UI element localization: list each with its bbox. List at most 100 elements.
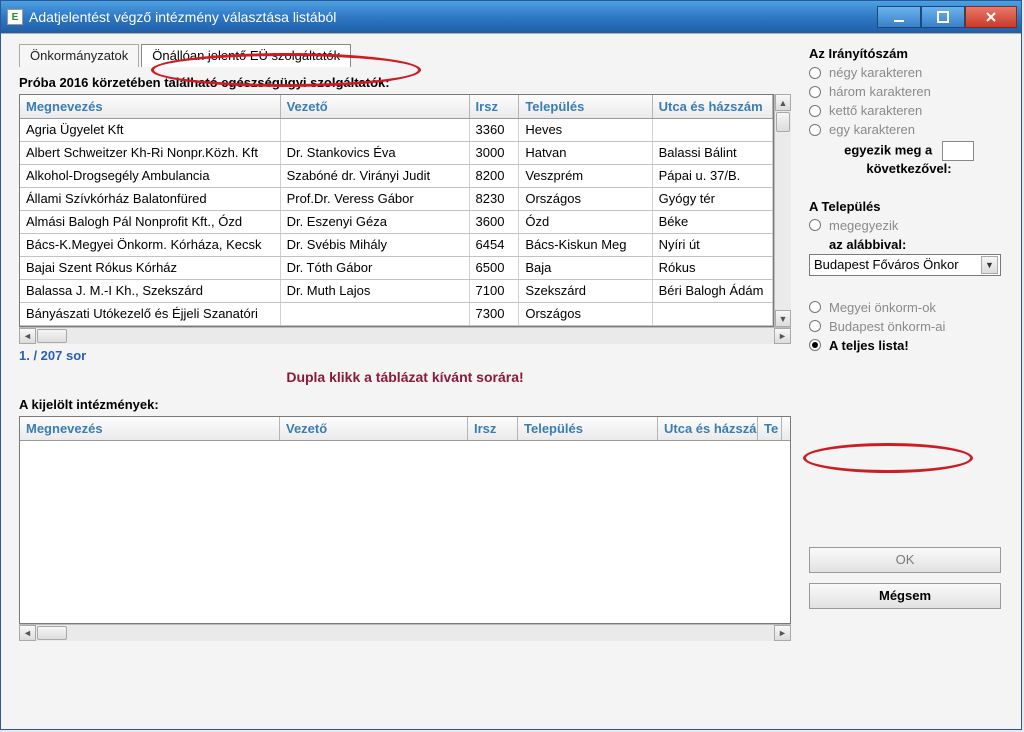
col-header-street[interactable]: Utca és házszám <box>653 95 773 118</box>
sel-col-header-zip[interactable]: Irsz <box>468 417 518 440</box>
match-label-bottom: következővel: <box>866 161 951 176</box>
titlebar: E Adatjelentést végző intézmény választá… <box>1 1 1021 33</box>
left-pane: Önkormányzatok Önállóan jelentő EÜ szolg… <box>19 44 791 719</box>
cell-street: Gyógy tér <box>653 188 773 210</box>
table-row[interactable]: Bajai Szent Rókus KórházDr. Tóth Gábor65… <box>20 257 773 280</box>
row-count-label: 1. / 207 sor <box>19 348 791 363</box>
selected-hscrollbar[interactable]: ◄ ► <box>19 624 791 641</box>
radio-icon <box>809 124 821 136</box>
sel-scroll-left-icon[interactable]: ◄ <box>19 625 36 641</box>
providers-vscrollbar[interactable]: ▲ ▼ <box>774 94 791 327</box>
cell-lead: Prof.Dr. Veress Gábor <box>281 188 470 210</box>
zip-match-input[interactable] <box>942 141 974 161</box>
client-area: Önkormányzatok Önállóan jelentő EÜ szolg… <box>1 33 1021 729</box>
chevron-down-icon[interactable]: ▼ <box>981 256 998 274</box>
providers-hscrollbar[interactable]: ◄ ► <box>19 327 791 344</box>
sel-col-header-street[interactable]: Utca és házszám <box>658 417 758 440</box>
selected-grid[interactable]: Megnevezés Vezető Irsz Település Utca és… <box>19 416 791 624</box>
providers-grid[interactable]: Megnevezés Vezető Irsz Település Utca és… <box>19 94 774 327</box>
tab-onkormanyzatok[interactable]: Önkormányzatok <box>19 44 139 67</box>
sel-hscroll-track[interactable] <box>36 625 774 641</box>
col-header-town[interactable]: Település <box>519 95 652 118</box>
radio-label: A teljes lista! <box>829 338 909 353</box>
cell-street: Balassi Bálint <box>653 142 773 164</box>
radio-label: egy karakteren <box>829 122 915 137</box>
cell-zip: 7100 <box>470 280 520 302</box>
table-row[interactable]: Bács-K.Megyei Önkorm. Kórháza, KecskDr. … <box>20 234 773 257</box>
cell-zip: 3360 <box>470 119 520 141</box>
providers-grid-body: Agria Ügyelet Kft3360HevesAlbert Schweit… <box>20 119 773 326</box>
cell-street: Rókus <box>653 257 773 279</box>
scroll-down-icon[interactable]: ▼ <box>775 310 791 327</box>
town-dropdown[interactable]: Budapest Főváros Önkor ▼ <box>809 254 1001 276</box>
radio-town-match[interactable]: megegyezik <box>809 218 1009 233</box>
radio-zip-4[interactable]: négy karakteren <box>809 65 1009 80</box>
cell-zip: 6500 <box>470 257 520 279</box>
radio-icon <box>809 105 821 117</box>
sel-col-header-town[interactable]: Település <box>518 417 658 440</box>
cell-zip: 8230 <box>470 188 520 210</box>
selected-section-title: A kijelölt intézmények: <box>19 397 791 412</box>
providers-grid-wrap: Megnevezés Vezető Irsz Település Utca és… <box>19 94 791 327</box>
table-row[interactable]: Agria Ügyelet Kft3360Heves <box>20 119 773 142</box>
cell-zip: 7300 <box>470 303 520 325</box>
radio-label: Megyei önkorm-ok <box>829 300 936 315</box>
selected-grid-header: Megnevezés Vezető Irsz Település Utca és… <box>20 417 790 441</box>
scroll-up-icon[interactable]: ▲ <box>775 94 791 111</box>
minimize-button[interactable] <box>877 6 921 28</box>
tab-eu-szolgaltatok[interactable]: Önállóan jelentő EÜ szolgáltatók <box>141 44 351 67</box>
radio-megyei[interactable]: Megyei önkorm-ok <box>809 300 1009 315</box>
sel-col-header-name[interactable]: Megnevezés <box>20 417 280 440</box>
cell-lead: Dr. Tóth Gábor <box>281 257 470 279</box>
cell-lead: Dr. Svébis Mihály <box>281 234 470 256</box>
radio-label: kettő karakteren <box>829 103 922 118</box>
hscroll-track[interactable] <box>36 328 774 344</box>
zip-group-title: Az Irányítószám <box>809 46 1009 61</box>
double-click-hint: Dupla klikk a táblázat kívánt sorára! <box>19 369 791 385</box>
hscroll-thumb[interactable] <box>37 329 67 343</box>
cell-lead: Dr. Stankovics Éva <box>281 142 470 164</box>
selected-grid-body <box>20 441 790 623</box>
sel-col-header-lead[interactable]: Vezető <box>280 417 468 440</box>
sel-scroll-right-icon[interactable]: ► <box>774 625 791 641</box>
radio-zip-3[interactable]: három karakteren <box>809 84 1009 99</box>
radio-zip-1[interactable]: egy karakteren <box>809 122 1009 137</box>
table-row[interactable]: Bányászati Utókezelő és Éjjeli Szanatóri… <box>20 303 773 326</box>
radio-icon <box>809 67 821 79</box>
scroll-thumb[interactable] <box>776 112 790 132</box>
cancel-button[interactable]: Mégsem <box>809 583 1001 609</box>
radio-budapest[interactable]: Budapest önkorm-ai <box>809 319 1009 334</box>
providers-grid-header: Megnevezés Vezető Irsz Település Utca és… <box>20 95 773 119</box>
table-row[interactable]: Alkohol-Drogsegély AmbulanciaSzabóné dr.… <box>20 165 773 188</box>
cell-name: Állami Szívkórház Balatonfüred <box>20 188 281 210</box>
col-header-name[interactable]: Megnevezés <box>20 95 281 118</box>
table-row[interactable]: Balassa J. M.-I Kh., SzekszárdDr. Muth L… <box>20 280 773 303</box>
col-header-lead[interactable]: Vezető <box>281 95 470 118</box>
table-row[interactable]: Albert Schweitzer Kh-Ri Nonpr.Közh. KftD… <box>20 142 773 165</box>
window-title: Adatjelentést végző intézmény választása… <box>29 9 877 25</box>
match-label: egyezik meg a következővel: <box>809 141 1009 177</box>
scroll-left-icon[interactable]: ◄ <box>19 328 36 344</box>
cell-street: Béke <box>653 211 773 233</box>
cell-zip: 8200 <box>470 165 520 187</box>
town-below-label: az alábbival: <box>829 237 1009 252</box>
table-row[interactable]: Állami Szívkórház BalatonfüredProf.Dr. V… <box>20 188 773 211</box>
sel-hscroll-thumb[interactable] <box>37 626 67 640</box>
scroll-right-icon[interactable]: ► <box>774 328 791 344</box>
radio-icon <box>809 301 821 313</box>
radio-label: Budapest önkorm-ai <box>829 319 945 334</box>
providers-section-title: Próba 2016 körzetében található egészség… <box>19 75 791 90</box>
ok-button[interactable]: OK <box>809 547 1001 573</box>
maximize-button[interactable] <box>921 6 965 28</box>
selected-grid-wrap: Megnevezés Vezető Irsz Település Utca és… <box>19 416 791 624</box>
close-button[interactable] <box>965 6 1017 28</box>
cell-town: Veszprém <box>519 165 652 187</box>
dropdown-value: Budapest Főváros Önkor <box>814 257 959 272</box>
radio-all-list[interactable]: A teljes lista! <box>809 338 1009 353</box>
cell-street: Pápai u. 37/B. <box>653 165 773 187</box>
sel-col-header-te[interactable]: Te <box>758 417 782 440</box>
radio-zip-2[interactable]: kettő karakteren <box>809 103 1009 118</box>
col-header-zip[interactable]: Irsz <box>470 95 520 118</box>
table-row[interactable]: Almási Balogh Pál Nonprofit Kft., ÓzdDr.… <box>20 211 773 234</box>
cell-name: Bányászati Utókezelő és Éjjeli Szanatóri <box>20 303 281 325</box>
